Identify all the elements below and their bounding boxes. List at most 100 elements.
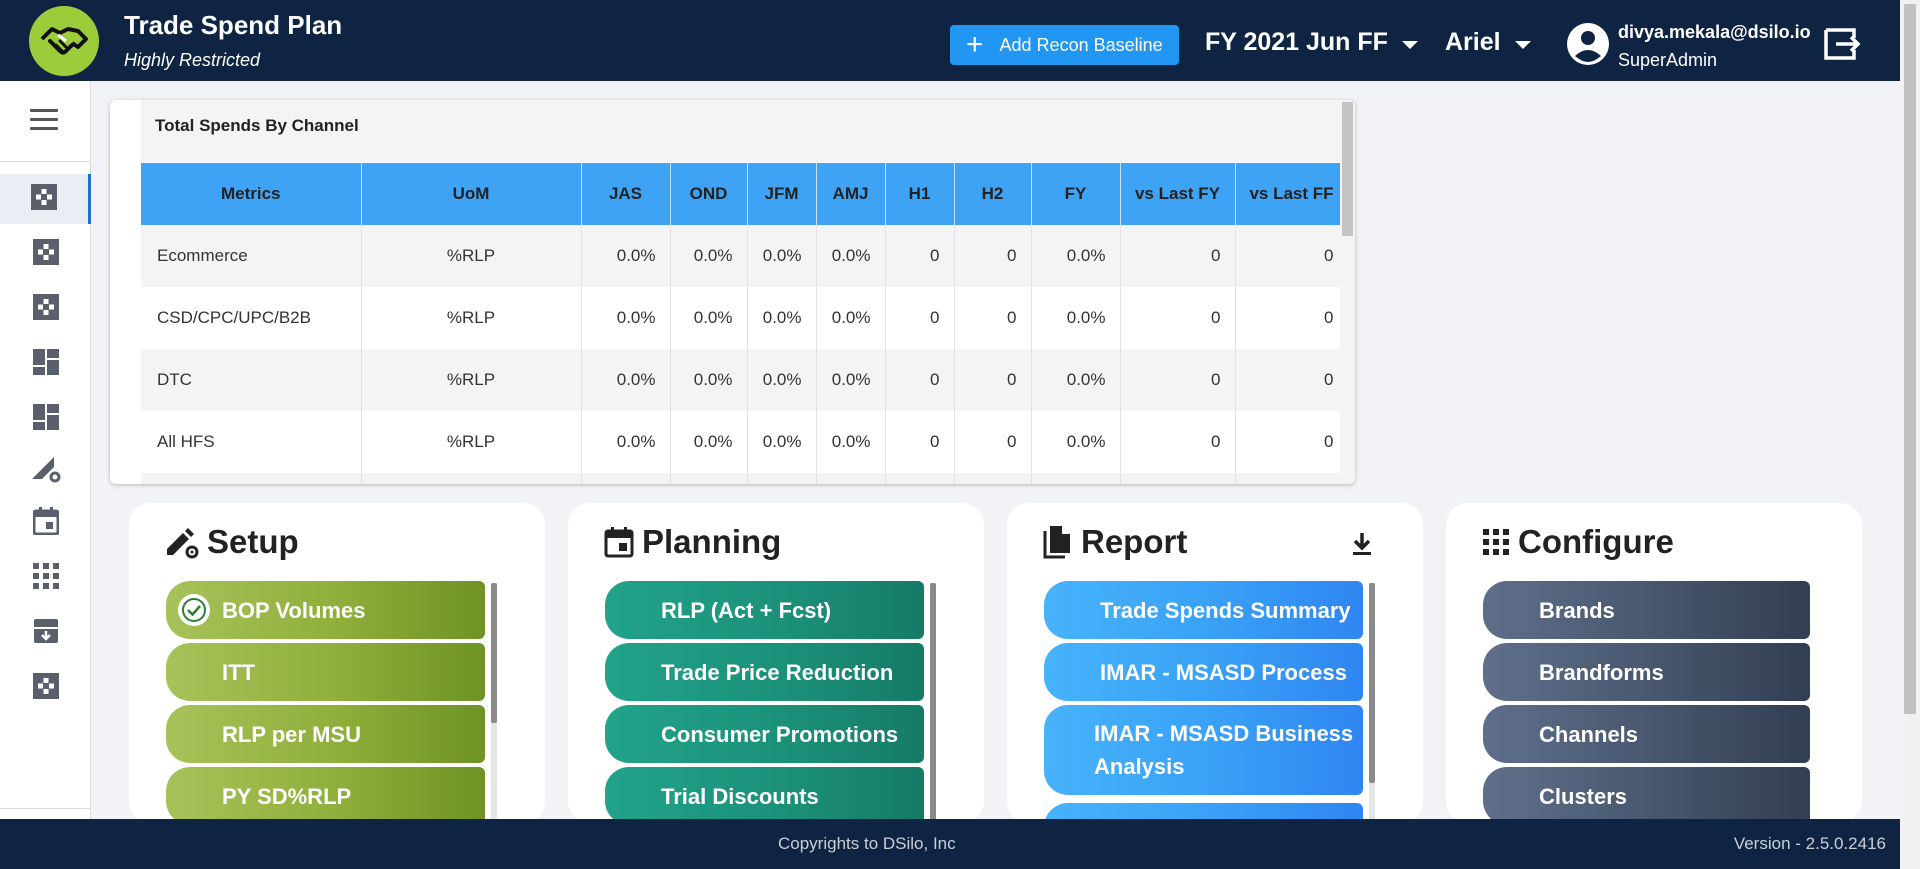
table-cell: 0 (885, 287, 955, 349)
sidebar-item-10[interactable] (0, 663, 91, 713)
sidebar-item-3[interactable] (0, 284, 91, 334)
sidebar-item-1[interactable] (0, 174, 91, 224)
table-cell (141, 473, 362, 484)
table-cell: 0.0% (581, 225, 671, 287)
setup-scrollbar-thumb[interactable] (491, 583, 497, 723)
table-cell: 0 (954, 287, 1032, 349)
setup-icon (30, 183, 58, 216)
dashboard-icon (32, 403, 60, 436)
table-cell: %RLP (361, 411, 582, 473)
handshake-logo-icon (29, 6, 99, 76)
spends-table: Metrics UoM JAS OND JFM AMJ H1 H2 FY vs Last FY vs… (141, 163, 1349, 484)
column-header: UoM (361, 163, 582, 225)
report-item-label: Trade Spends Summary (1100, 597, 1351, 623)
table-cell: 0 (954, 349, 1032, 411)
sidebar (0, 81, 91, 819)
sidebar-item-2[interactable] (0, 229, 91, 279)
table-cell (954, 473, 1032, 484)
table-cell (1120, 473, 1236, 484)
table-row: CSD/CPC/UPC/B2B %RLP 0.0% 0.0% 0.0% 0.0% 0 0 0.0… (141, 287, 1349, 349)
calendar-icon (32, 506, 59, 540)
table-scrollbar-thumb[interactable] (1342, 102, 1353, 236)
table-cell (670, 473, 748, 484)
calendar-icon (604, 527, 634, 558)
report-item-imar-msasd-process[interactable]: IMAR - MSASD Process (1044, 643, 1363, 701)
report-scrollbar-thumb[interactable] (1369, 583, 1375, 783)
table-cell (1235, 473, 1349, 484)
table-row: Ecommerce %RLP 0.0% 0.0% 0.0% 0.0% 0 0 0.0% 0 0 (141, 225, 1349, 287)
page-scrollbar-thumb[interactable] (1904, 4, 1916, 714)
table-row: DTC %RLP 0.0% 0.0% 0.0% 0.0% 0 0 0.0% 0 0 (141, 349, 1349, 411)
add-recon-baseline-label: Add Recon Baseline (999, 34, 1163, 55)
report-panel: Report Trade Spends Summary IMAR - MSASD… (1007, 503, 1423, 823)
table-cell (1031, 473, 1121, 484)
table-cell: 0.0% (670, 287, 748, 349)
report-item-imar-msasd-business-analysis[interactable]: IMAR - MSASD Business Analysis (1044, 705, 1363, 795)
apps-grid-icon (1483, 529, 1509, 555)
download-icon[interactable] (1351, 531, 1373, 557)
table-cell: %RLP (361, 225, 582, 287)
table-cell: 0.0% (747, 349, 817, 411)
table-cell: All HFS (141, 411, 362, 473)
table-cell: 0 (1120, 225, 1236, 287)
table-cell: 0.0% (1031, 287, 1121, 349)
caret-down-icon (1401, 40, 1418, 49)
planning-item-trial-discounts[interactable]: Trial Discounts (605, 767, 924, 823)
brand-dropdown[interactable]: Ariel (1445, 28, 1531, 57)
sidebar-item-5[interactable] (0, 394, 91, 444)
sidebar-item-6[interactable] (0, 444, 91, 494)
setup-icon (32, 238, 60, 271)
table-cell: 0 (1120, 349, 1236, 411)
documents-icon (1043, 526, 1070, 559)
sidebar-item-8[interactable] (0, 553, 91, 603)
check-circle-icon (178, 594, 210, 626)
configure-item-brands[interactable]: Brands (1483, 581, 1810, 639)
table-cell: CSD/CPC/UPC/B2B (141, 287, 362, 349)
report-item-trade-spends-summary[interactable]: Trade Spends Summary (1044, 581, 1363, 639)
setup-item-py-sd-rlp[interactable]: PY SD%RLP (166, 767, 485, 823)
table-cell (816, 473, 886, 484)
column-header: H1 (885, 163, 955, 225)
setup-item-bop-volumes[interactable]: BOP Volumes (166, 581, 485, 639)
table-cell: 0 (1235, 411, 1349, 473)
setup-item-itt[interactable]: ITT (166, 643, 485, 701)
planning-item-rlp[interactable]: RLP (Act + Fcst) (605, 581, 924, 639)
table-cell: 0 (954, 411, 1032, 473)
table-cell: 0 (954, 225, 1032, 287)
sidebar-item-4[interactable] (0, 339, 91, 389)
configure-title: Configure (1518, 523, 1674, 560)
configure-panel: Configure Brands Brandforms Channels Clu… (1446, 503, 1862, 823)
setup-icon (32, 672, 60, 705)
logout-icon[interactable] (1822, 24, 1862, 64)
table-cell (581, 473, 671, 484)
configure-item-clusters[interactable]: Clusters (1483, 767, 1810, 823)
sidebar-divider (0, 161, 91, 162)
account-circle-icon[interactable] (1566, 22, 1610, 66)
total-spends-table-card: Total Spends By Channel Metrics UoM JAS OND… (110, 100, 1355, 484)
table-cell: 0.0% (670, 411, 748, 473)
plus-icon: + (966, 28, 984, 61)
configure-item-label: Clusters (1539, 783, 1628, 809)
planning-scrollbar-thumb[interactable] (930, 583, 936, 823)
column-header: JFM (747, 163, 817, 225)
table-cell: 0 (885, 411, 955, 473)
configure-item-channels[interactable]: Channels (1483, 705, 1810, 763)
table-cell: 0.0% (816, 287, 886, 349)
period-dropdown[interactable]: FY 2021 Jun FF (1205, 28, 1418, 57)
user-role: SuperAdmin (1618, 50, 1718, 70)
configure-item-brandforms[interactable]: Brandforms (1483, 643, 1810, 701)
planning-item-consumer-promotions[interactable]: Consumer Promotions (605, 705, 924, 763)
sidebar-item-7[interactable] (0, 498, 91, 548)
planning-item-trade-price-reduction[interactable]: Trade Price Reduction (605, 643, 924, 701)
setup-item-rlp-per-msu[interactable]: RLP per MSU (166, 705, 485, 763)
table-cell: 0.0% (816, 411, 886, 473)
report-item-label: IMAR - MSASD Business Analysis (1094, 721, 1354, 779)
add-recon-baseline-button[interactable]: + Add Recon Baseline (950, 25, 1179, 65)
menu-icon[interactable] (30, 109, 58, 136)
column-header: Metrics (141, 163, 362, 225)
configure-item-label: Brandforms (1539, 659, 1664, 685)
table-cell: 0 (1120, 411, 1236, 473)
report-header: Report (1043, 523, 1187, 561)
sidebar-item-9[interactable] (0, 608, 91, 658)
table-row: All HFS %RLP 0.0% 0.0% 0.0% 0.0% 0 0 0.0% 0 0 (141, 411, 1349, 473)
